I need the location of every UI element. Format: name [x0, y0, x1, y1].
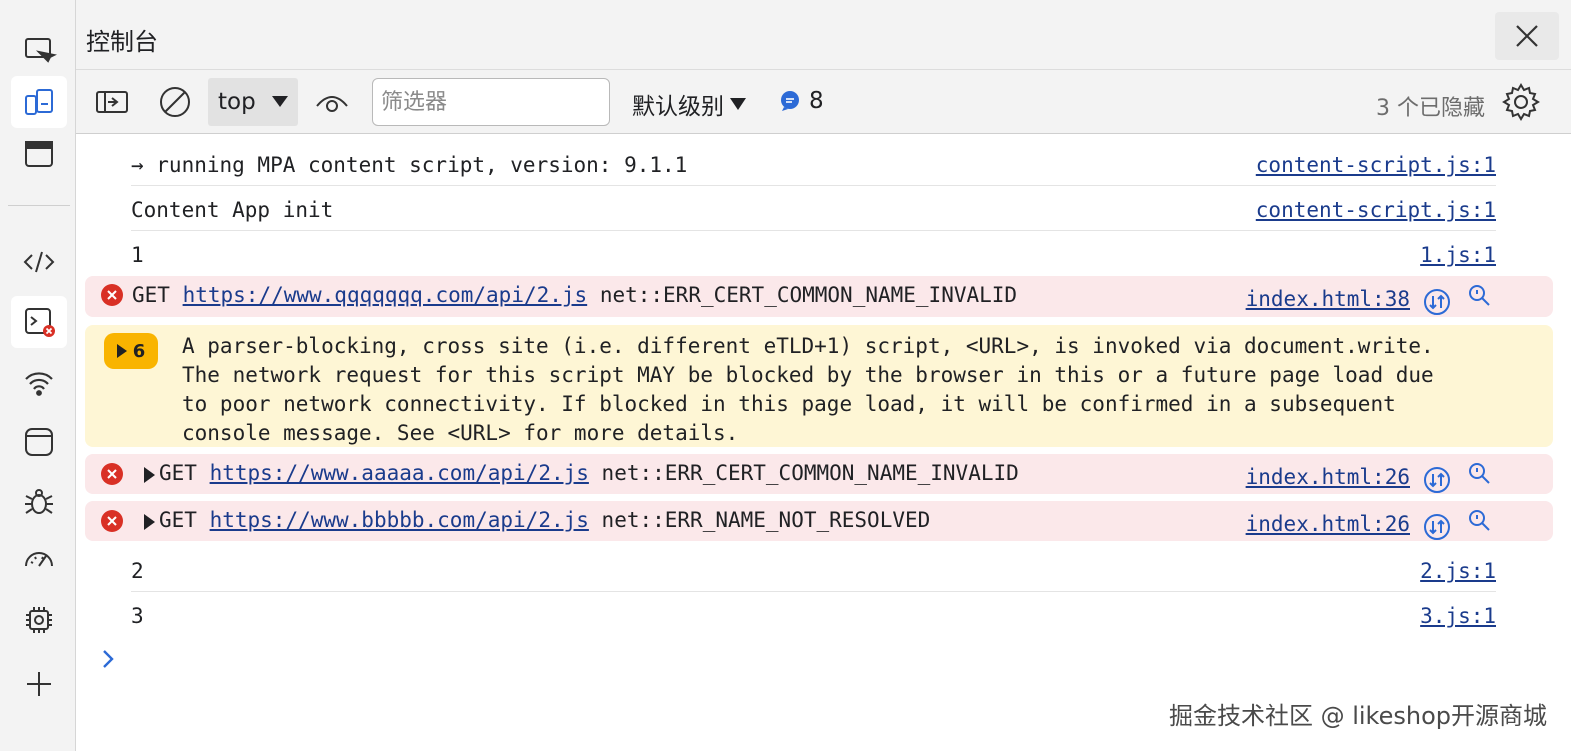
network-request-icon[interactable] — [1422, 465, 1452, 495]
source-link[interactable]: index.html:38 — [1246, 287, 1410, 311]
search-icon[interactable] — [1465, 460, 1493, 488]
chevron-down-icon — [730, 98, 746, 110]
hidden-count[interactable]: 3 个已隐藏 — [1376, 90, 1485, 122]
memory-chip-icon[interactable] — [11, 594, 67, 646]
close-button[interactable] — [1495, 12, 1559, 60]
console-toolbar: top 默认级别 8 3 个已隐藏 — [76, 70, 1571, 134]
watermark: 掘金技术社区 @ likeshop开源商城 — [1168, 702, 1547, 730]
expand-triangle-icon[interactable] — [144, 467, 155, 483]
live-expression-eye-icon[interactable] — [312, 82, 352, 122]
warning-line: to poor network connectivity. If blocked… — [182, 392, 1396, 416]
log-level-label: 默认级别 — [632, 94, 724, 120]
network-request-icon[interactable] — [1422, 512, 1452, 542]
warning-line: The network request for this script MAY … — [182, 363, 1434, 387]
context-select[interactable]: top — [208, 78, 298, 126]
log-row: Content App init content-script.js:1 — [131, 186, 1496, 231]
welcome-icon[interactable] — [11, 128, 67, 180]
clear-console-icon[interactable] — [155, 82, 195, 122]
error-code: net::ERR_NAME_NOT_RESOLVED — [601, 508, 931, 532]
inspect-icon[interactable] — [11, 24, 67, 76]
source-link[interactable]: 2.js:1 — [1420, 559, 1496, 583]
request-method: GET — [159, 461, 197, 485]
request-method: GET — [132, 283, 170, 307]
source-link[interactable]: 1.js:1 — [1420, 243, 1496, 267]
error-icon — [101, 284, 123, 306]
source-link[interactable]: 3.js:1 — [1420, 604, 1496, 628]
activity-bar — [0, 0, 76, 751]
filter-input[interactable] — [372, 78, 610, 126]
warning-group[interactable]: 6 A parser-blocking, cross site (i.e. di… — [85, 325, 1553, 447]
search-icon[interactable] — [1465, 507, 1493, 535]
source-link[interactable]: index.html:26 — [1246, 512, 1410, 536]
log-message: Content App init — [131, 198, 334, 222]
message-count: 8 — [809, 88, 824, 114]
log-row: → running MPA content script, version: 9… — [131, 141, 1496, 186]
log-level-dropdown[interactable]: 默认级别 — [632, 87, 746, 121]
chevron-down-icon — [272, 96, 288, 107]
message-count-button[interactable]: 8 — [779, 88, 824, 114]
application-icon[interactable] — [11, 416, 67, 468]
request-url-link[interactable]: https://www.aaaaa.com/api/2.js — [210, 461, 589, 485]
device-emulation-icon[interactable] — [11, 76, 67, 128]
warning-line: A parser-blocking, cross site (i.e. diff… — [182, 334, 1434, 358]
add-tool-icon[interactable] — [11, 658, 67, 710]
activity-separator — [8, 205, 70, 206]
error-code: net::ERR_CERT_COMMON_NAME_INVALID — [599, 283, 1018, 307]
warning-message: A parser-blocking, cross site (i.e. diff… — [182, 332, 1434, 448]
close-icon — [1516, 25, 1538, 47]
log-row: 1 1.js:1 — [131, 231, 1496, 273]
console-output: → running MPA content script, version: 9… — [76, 134, 1571, 751]
search-icon[interactable] — [1465, 282, 1493, 310]
log-message: 2 — [131, 559, 144, 583]
error-row[interactable]: GET https://www.bbbbb.com/api/2.js net::… — [85, 501, 1553, 541]
error-icon — [101, 510, 123, 532]
network-request-icon[interactable] — [1422, 287, 1452, 317]
expand-triangle-icon[interactable] — [144, 514, 155, 530]
error-message: GET https://www.aaaaa.com/api/2.js net::… — [159, 461, 1019, 485]
log-row: 3 3.js:1 — [131, 592, 1496, 637]
source-link[interactable]: content-script.js:1 — [1256, 198, 1496, 222]
expand-triangle-icon — [116, 344, 127, 358]
request-url-link[interactable]: https://www.qqqqqqq.com/api/2.js — [183, 283, 588, 307]
error-row[interactable]: GET https://www.aaaaa.com/api/2.js net::… — [85, 454, 1553, 494]
sidebar-toggle-icon[interactable] — [92, 82, 132, 122]
console-prompt-icon[interactable] — [100, 647, 116, 671]
error-message: GET https://www.bbbbb.com/api/2.js net::… — [159, 508, 930, 532]
error-code: net::ERR_CERT_COMMON_NAME_INVALID — [601, 461, 1019, 485]
context-select-value: top — [218, 89, 256, 115]
source-link[interactable]: index.html:26 — [1246, 465, 1410, 489]
elements-icon[interactable] — [11, 236, 67, 288]
panel-titlebar: 控制台 — [76, 0, 1571, 70]
log-row: 2 2.js:1 — [131, 547, 1496, 592]
settings-gear-icon[interactable] — [1501, 82, 1541, 122]
network-icon[interactable] — [11, 356, 67, 408]
error-row[interactable]: GET https://www.qqqqqqq.com/api/2.js net… — [85, 276, 1553, 317]
panel-title: 控制台 — [86, 28, 158, 56]
log-message: 1 — [131, 243, 144, 267]
warning-line: console message. See <URL> for more deta… — [182, 421, 739, 445]
error-message: GET https://www.qqqqqqq.com/api/2.js net… — [132, 283, 1017, 307]
log-message: 3 — [131, 604, 144, 628]
sources-bug-icon[interactable] — [11, 476, 67, 528]
log-message: → running MPA content script, version: 9… — [131, 153, 688, 177]
request-url-link[interactable]: https://www.bbbbb.com/api/2.js — [210, 508, 589, 532]
source-link[interactable]: content-script.js:1 — [1256, 153, 1496, 177]
message-bubble-icon — [781, 91, 799, 111]
error-icon — [101, 463, 123, 485]
warning-count-badge[interactable]: 6 — [104, 333, 158, 369]
console-icon[interactable] — [11, 296, 67, 348]
performance-icon[interactable] — [11, 534, 67, 586]
warning-count: 6 — [132, 340, 146, 362]
request-method: GET — [159, 508, 197, 532]
